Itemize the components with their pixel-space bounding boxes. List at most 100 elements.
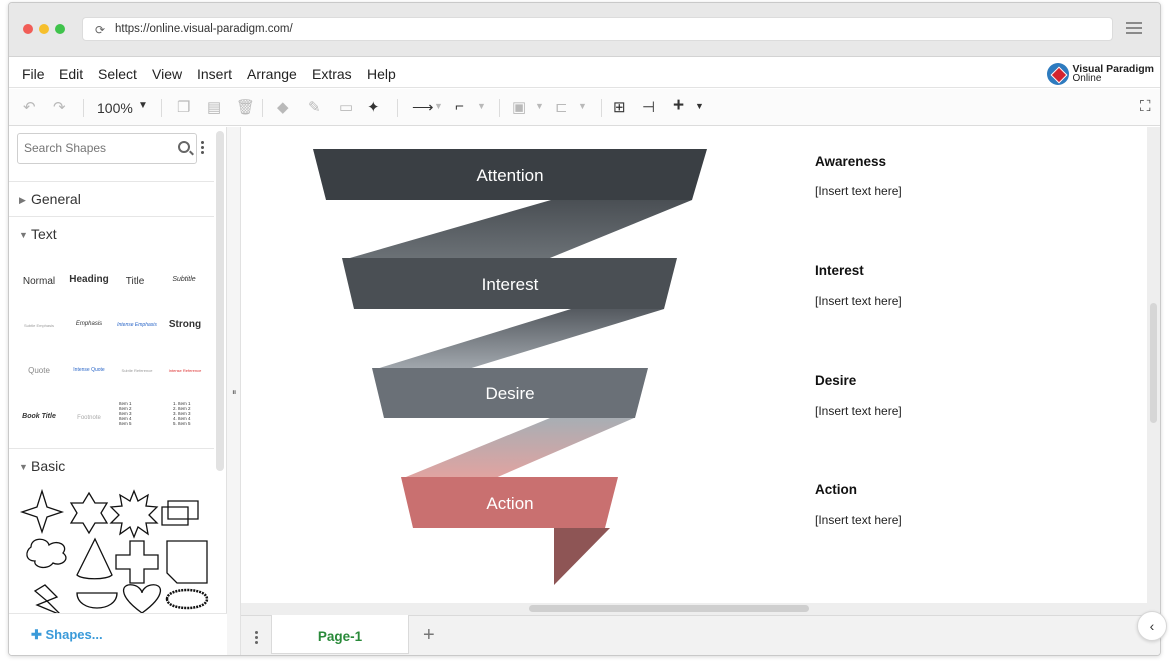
text-sample-strong[interactable]: Strong: [161, 319, 209, 330]
line-color-icon[interactable]: ✎: [308, 98, 321, 116]
menu-extras[interactable]: Extras: [312, 66, 352, 82]
sidebar-options-icon[interactable]: [201, 141, 204, 156]
horizontal-scrollbar[interactable]: [529, 605, 809, 612]
insert-plus-icon[interactable]: +: [673, 95, 684, 117]
format-painter-icon[interactable]: ✦: [367, 98, 380, 116]
menubar: File Edit Select View Insert Arrange Ext…: [9, 58, 1160, 88]
text-sample-emphasis[interactable]: Emphasis: [65, 321, 113, 327]
tab-page-1[interactable]: Page-1: [271, 615, 409, 654]
minimize-window-button[interactable]: [39, 24, 49, 34]
redo-icon[interactable]: ↷: [53, 98, 66, 116]
stage-text-action[interactable]: [Insert text here]: [815, 513, 902, 527]
stage-text-desire[interactable]: [Insert text here]: [815, 404, 902, 418]
search-input[interactable]: [24, 141, 174, 155]
more-shapes-label: Shapes...: [45, 627, 103, 642]
text-sample-subtitle[interactable]: Subtitle: [160, 276, 208, 283]
text-sample-bullet-list[interactable]: Item 1 Item 2 Item 3 Item 4 Item 5: [119, 401, 167, 426]
waypoint-dropdown-icon[interactable]: ▼: [477, 101, 486, 111]
cloud-callout-shape: [26, 538, 67, 569]
funnel-label-action[interactable]: Action: [486, 494, 533, 513]
text-sample-intense-quote[interactable]: Intense Quote: [65, 367, 113, 373]
text-sample-normal[interactable]: Normal: [15, 276, 63, 287]
vertical-scrollbar[interactable]: [1150, 303, 1157, 423]
browser-window: ⟳ https://online.visual-paradigm.com/ Fi…: [8, 2, 1161, 656]
stage-text-interest[interactable]: [Insert text here]: [815, 294, 902, 308]
heart-shape: [122, 584, 162, 614]
search-shapes-box[interactable]: [17, 133, 197, 164]
aida-funnel-diagram[interactable]: Attention Interest Desire Action: [241, 127, 1147, 603]
stage-text-awareness[interactable]: [Insert text here]: [815, 184, 902, 198]
waypoint-style-icon[interactable]: ⌐: [455, 98, 464, 115]
paste-icon[interactable]: ▤: [207, 98, 221, 116]
menu-view[interactable]: View: [152, 66, 182, 82]
more-shapes-link[interactable]: ✚ Shapes...: [31, 627, 103, 643]
burst-shape: [109, 489, 159, 539]
section-text[interactable]: ▼ Text: [9, 216, 214, 250]
collapse-panel-button[interactable]: ‹: [1137, 611, 1167, 641]
connector-style-icon[interactable]: ⟶: [412, 98, 434, 116]
section-general[interactable]: ▶ General: [9, 181, 214, 215]
menu-edit[interactable]: Edit: [59, 66, 83, 82]
text-sample-intense-emphasis[interactable]: Intense Emphasis: [113, 322, 161, 328]
text-sample-subtle-emphasis[interactable]: Subtle Emphasis: [15, 323, 63, 328]
text-sample-title[interactable]: Title: [111, 276, 159, 287]
fullscreen-icon[interactable]: ⛶: [1140, 98, 1151, 115]
maximize-window-button[interactable]: [55, 24, 65, 34]
caret-right-icon: ▶: [19, 195, 26, 205]
stage-title-awareness[interactable]: Awareness: [815, 154, 886, 169]
section-basic[interactable]: ▼ Basic: [9, 448, 214, 482]
menu-select[interactable]: Select: [98, 66, 137, 82]
text-sample-intense-reference[interactable]: Intense Reference: [161, 368, 209, 373]
close-window-button[interactable]: [23, 24, 33, 34]
text-shapes-grid: Normal Heading Title Subtitle Subtle Emp…: [13, 261, 209, 449]
browser-menu-icon[interactable]: [1126, 22, 1142, 36]
text-sample-subtle-reference[interactable]: Subtle Reference: [113, 368, 161, 373]
four-point-star-shape: [19, 488, 65, 535]
add-page-icon[interactable]: +: [423, 624, 435, 647]
reload-icon[interactable]: ⟳: [95, 23, 105, 37]
fit-page-icon[interactable]: ⊞: [613, 98, 626, 116]
text-sample-heading[interactable]: Heading: [65, 274, 113, 285]
sidebar-splitter[interactable]: ⏸: [227, 127, 241, 655]
search-icon[interactable]: [178, 141, 190, 153]
zoom-level[interactable]: 100%: [97, 100, 133, 116]
section-text-label: Text: [31, 226, 57, 242]
diagram-canvas-area[interactable]: Attention Interest Desire Action Awarene…: [241, 127, 1160, 615]
align-dropdown-icon[interactable]: ▼: [578, 101, 587, 111]
lightning-shape: [33, 584, 62, 615]
brand-logo: Visual Paradigm Online: [1047, 61, 1154, 87]
insert-dropdown-icon[interactable]: ▼: [695, 101, 704, 111]
undo-icon[interactable]: ↶: [23, 98, 36, 116]
text-sample-book-title[interactable]: Book Title: [15, 413, 63, 420]
ribbon-band-3-fill: [401, 418, 634, 479]
address-bar[interactable]: ⟳ https://online.visual-paradigm.com/: [82, 17, 1113, 41]
arrange-front-icon[interactable]: ▣: [512, 98, 526, 116]
copy-icon[interactable]: ❐: [177, 98, 190, 116]
page-width-icon[interactable]: ⊣: [642, 98, 655, 116]
page-options-icon[interactable]: [255, 631, 258, 646]
zoom-dropdown-icon[interactable]: ▼: [138, 100, 148, 111]
funnel-label-attention[interactable]: Attention: [476, 166, 543, 185]
stage-title-desire[interactable]: Desire: [815, 373, 856, 388]
text-sample-footnote[interactable]: Footnote: [65, 415, 113, 421]
text-sample-quote[interactable]: Quote: [15, 366, 63, 375]
menu-file[interactable]: File: [22, 66, 45, 82]
diagram-page[interactable]: Attention Interest Desire Action Awarene…: [241, 127, 1147, 603]
delete-icon[interactable]: 🗑: [236, 98, 255, 116]
menu-insert[interactable]: Insert: [197, 66, 232, 82]
six-point-star-shape: [69, 491, 109, 535]
ribbon-band-1-fill: [343, 200, 692, 260]
menu-arrange[interactable]: Arrange: [247, 66, 297, 82]
stage-title-interest[interactable]: Interest: [815, 263, 864, 278]
text-sample-numbered-list[interactable]: 1. Item 1 2. Item 2 3. Item 3 4. Item 4 …: [173, 401, 221, 426]
shadow-icon[interactable]: ▭: [339, 98, 353, 116]
funnel-label-interest[interactable]: Interest: [482, 275, 539, 294]
fill-color-icon[interactable]: ◆: [277, 98, 289, 116]
connector-dropdown-icon[interactable]: ▼: [434, 101, 443, 111]
menu-help[interactable]: Help: [367, 66, 396, 82]
funnel-label-desire[interactable]: Desire: [485, 384, 534, 403]
browser-titlebar: ⟳ https://online.visual-paradigm.com/: [9, 3, 1160, 57]
stage-title-action[interactable]: Action: [815, 482, 857, 497]
arrange-dropdown-icon[interactable]: ▼: [535, 101, 544, 111]
align-icon[interactable]: ⊏: [555, 98, 568, 116]
